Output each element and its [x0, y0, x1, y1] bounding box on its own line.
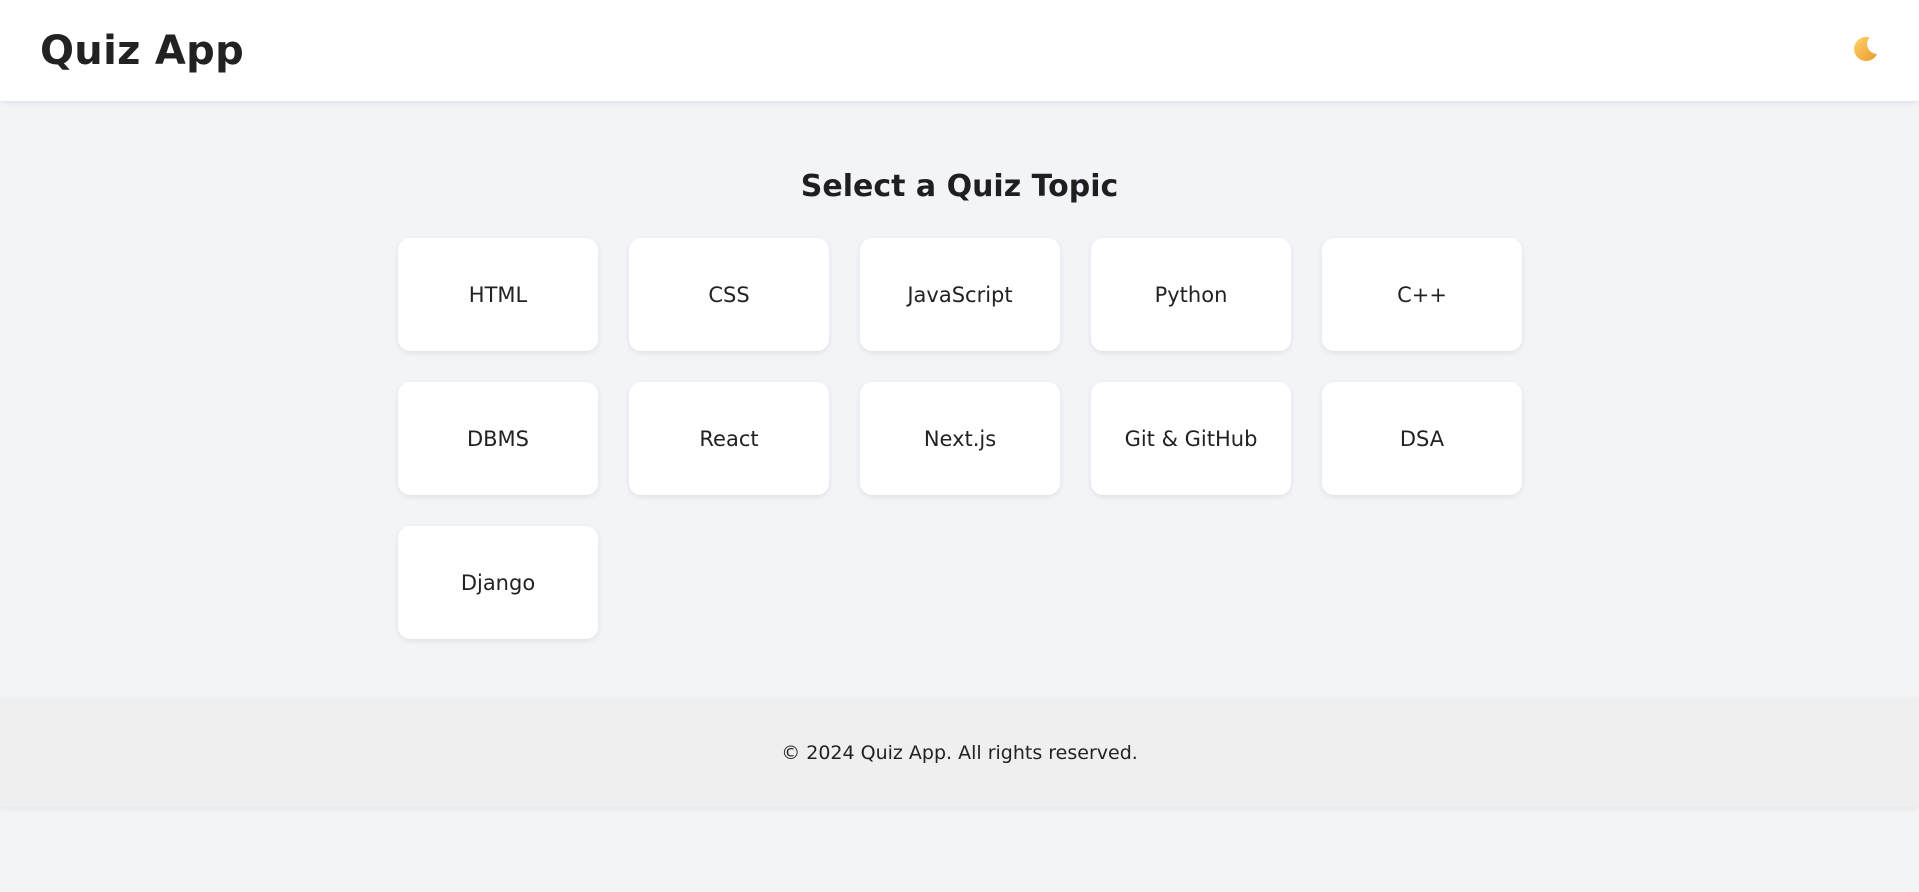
topic-card-dbms[interactable]: DBMS	[398, 382, 598, 495]
topic-card-dsa[interactable]: DSA	[1322, 382, 1522, 495]
topic-card-django[interactable]: Django	[398, 526, 598, 639]
main-content: Select a Quiz Topic HTML CSS JavaScript …	[0, 101, 1919, 698]
page-footer: © 2024 Quiz App. All rights reserved.	[0, 698, 1919, 807]
theme-toggle-button[interactable]	[1847, 33, 1883, 69]
page-title: Select a Quiz Topic	[800, 169, 1119, 204]
topic-grid: HTML CSS JavaScript Python C++ DBMS Reac…	[398, 238, 1523, 639]
topic-card-html[interactable]: HTML	[398, 238, 598, 351]
topic-card-javascript[interactable]: JavaScript	[860, 238, 1060, 351]
topic-card-python[interactable]: Python	[1091, 238, 1291, 351]
app-header: Quiz App	[0, 0, 1919, 101]
topic-card-cpp[interactable]: C++	[1322, 238, 1522, 351]
moon-icon	[1850, 34, 1880, 67]
topic-card-css[interactable]: CSS	[629, 238, 829, 351]
app-title: Quiz App	[40, 27, 245, 74]
topic-card-react[interactable]: React	[629, 382, 829, 495]
topic-card-nextjs[interactable]: Next.js	[860, 382, 1060, 495]
topic-card-git-github[interactable]: Git & GitHub	[1091, 382, 1291, 495]
footer-copyright: © 2024 Quiz App. All rights reserved.	[781, 741, 1138, 764]
